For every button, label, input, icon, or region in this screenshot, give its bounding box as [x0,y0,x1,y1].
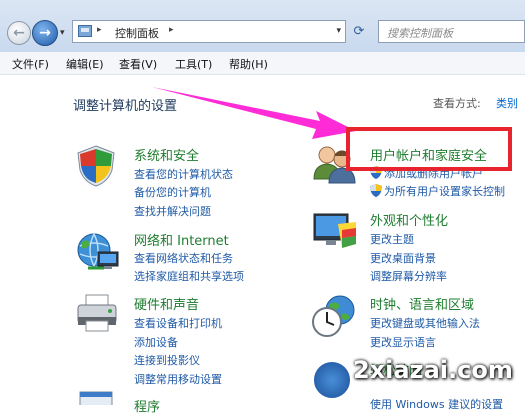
view-by-label: 查看方式: [433,97,481,110]
breadcrumb-separator-icon[interactable]: ▸ [169,25,174,35]
category-appearance[interactable]: 外观和个性化 [370,210,448,229]
link-connect-projector[interactable]: 连接到投影仪 [134,352,200,368]
category-system-security[interactable]: 系统和安全 [134,145,199,164]
programs-icon[interactable] [76,390,116,405]
address-dropdown-icon[interactable]: ▾ [336,26,341,36]
link-keyboard-input[interactable]: 更改键盘或其他输入法 [370,315,480,331]
link-view-computer-status[interactable]: 查看您的计算机状态 [134,166,233,182]
annotation-highlight-box [346,127,512,171]
category-programs[interactable]: 程序 [134,396,160,415]
link-troubleshoot[interactable]: 查找并解决问题 [134,203,211,219]
link-devices-printers[interactable]: 查看设备和打印机 [134,315,222,331]
uac-shield-icon [370,184,382,197]
printer-icon[interactable] [74,293,122,335]
link-network-status[interactable]: 查看网络状态和任务 [134,250,233,266]
category-clock-language-region[interactable]: 时钟、语言和区域 [370,294,474,313]
clock-globe-icon[interactable] [310,294,358,340]
link-change-theme[interactable]: 更改主题 [370,231,414,247]
menu-view[interactable]: 查看(V) [119,56,157,72]
address-toolbar: ← → ▾ ▸ 控制面板 ▸ ▾ ⟳ 搜索控制面板 [0,0,525,53]
refresh-button[interactable]: ⟳ [348,21,370,43]
breadcrumb-control-panel[interactable]: 控制面板 [115,25,159,41]
back-arrow-icon: ← [13,25,25,41]
menu-help[interactable]: 帮助(H) [229,56,268,72]
menu-tools[interactable]: 工具(T) [175,56,212,72]
link-backup-computer[interactable]: 备份您的计算机 [134,184,211,200]
menu-bar: 文件(F) 编辑(E) 查看(V) 工具(T) 帮助(H) [0,52,525,75]
link-desktop-background[interactable]: 更改桌面背景 [370,250,436,266]
watermark-logo-icon [312,360,352,400]
category-hardware-sound[interactable]: 硬件和声音 [134,294,199,313]
search-placeholder: 搜索控制面板 [387,27,453,40]
watermark: 2xiazai.com [353,356,513,384]
link-display-language[interactable]: 更改显示语言 [370,334,436,350]
recent-pages-dropdown-icon[interactable]: ▾ [60,28,65,38]
view-by-dropdown[interactable]: 类别 [496,95,518,111]
search-input[interactable]: 搜索控制面板 [378,20,525,43]
appearance-icon[interactable] [312,210,358,252]
link-add-device[interactable]: 添加设备 [134,334,178,350]
back-button[interactable]: ← [7,21,31,45]
network-icon[interactable] [74,230,122,274]
link-windows-suggested-settings[interactable]: 使用 Windows 建议的设置 [370,396,503,412]
shield-icon[interactable] [74,144,118,188]
category-network-internet[interactable]: 网络和 Internet [134,230,229,249]
annotation-arrow [152,87,356,139]
link-screen-resolution[interactable]: 调整屏幕分辨率 [370,268,447,284]
refresh-icon: ⟳ [353,24,365,39]
breadcrumb-separator-icon[interactable]: ▸ [97,25,102,35]
menu-file[interactable]: 文件(F) [12,56,49,72]
link-mobility-settings[interactable]: 调整常用移动设置 [134,371,222,387]
address-field[interactable]: ▸ 控制面板 ▸ ▾ [72,20,346,43]
forward-button[interactable]: → [32,20,58,46]
control-panel-icon [78,25,92,37]
link-parental-controls[interactable]: 为所有用户设置家长控制 [384,183,505,199]
forward-arrow-icon: → [39,25,51,41]
link-homegroup-sharing[interactable]: 选择家庭组和共享选项 [134,268,244,284]
menu-edit[interactable]: 编辑(E) [66,56,104,72]
